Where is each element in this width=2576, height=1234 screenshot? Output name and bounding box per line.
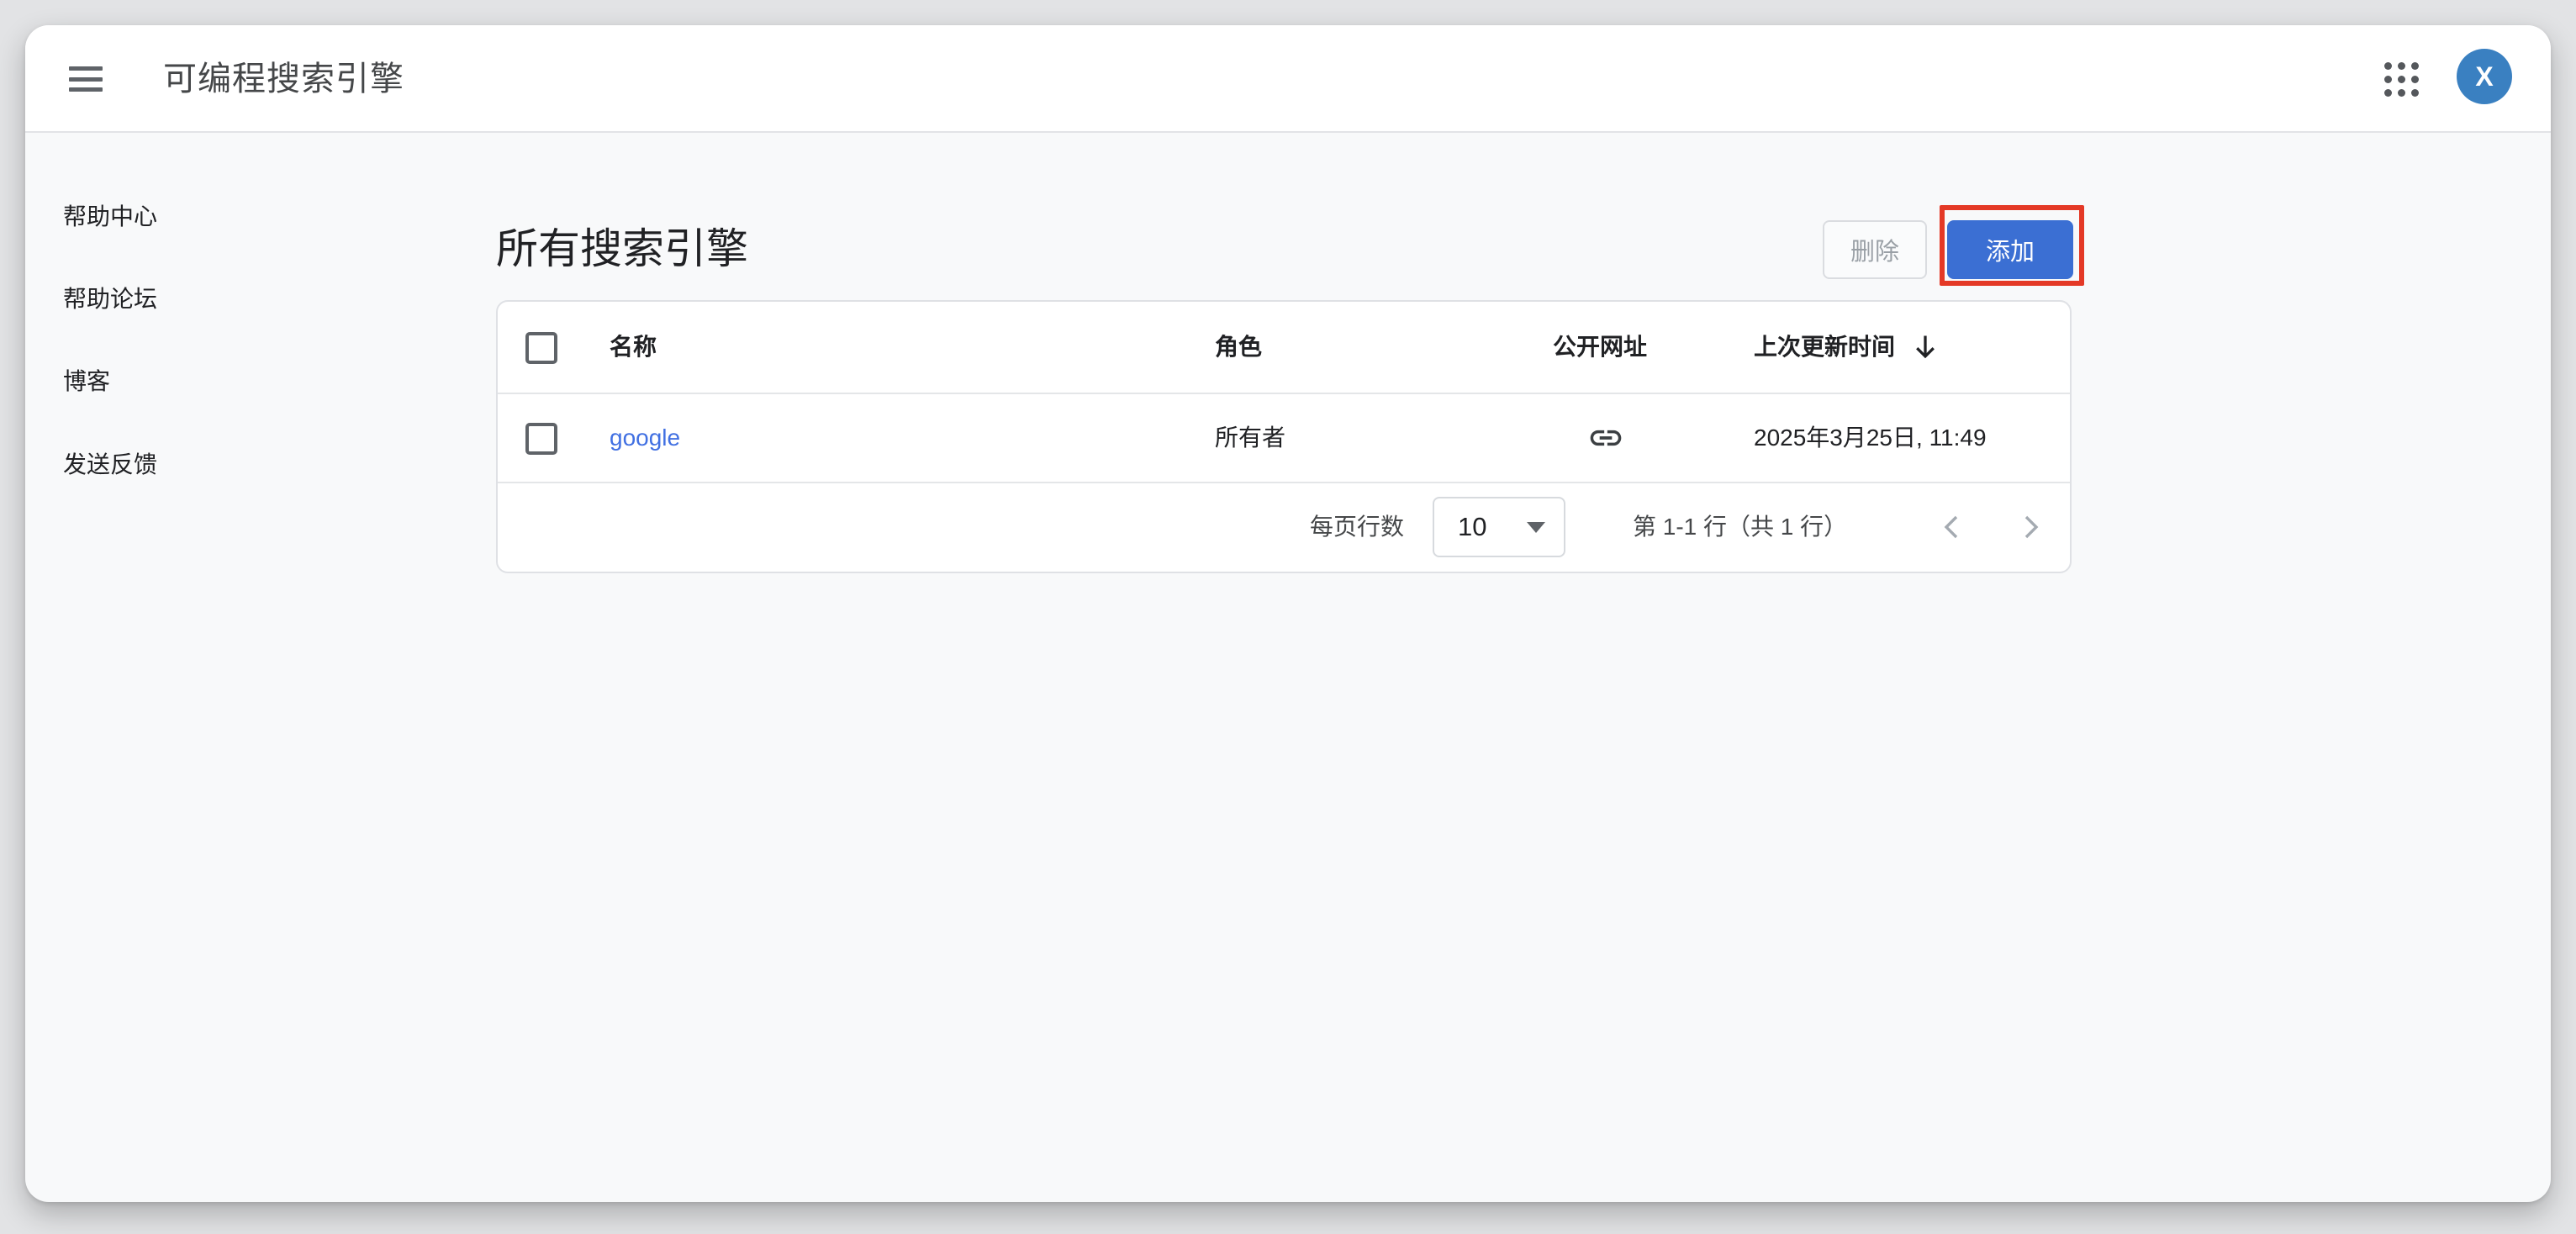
column-header-name: 名称: [610, 302, 657, 393]
table-row: google 所有者 2025年3月25日, 11:49: [498, 394, 2070, 483]
next-page-button[interactable]: [2009, 507, 2050, 547]
chevron-left-icon: [1933, 507, 1973, 547]
table-pagination: 每页行数 10 第 1-1 行（共 1 行）: [498, 483, 2070, 570]
engine-role: 所有者: [1215, 394, 1285, 482]
app-window: 可编程搜索引擎 X 帮助中心 帮助论坛 博客 发送反馈 所有搜索引擎 删除 添加: [25, 25, 2551, 1202]
avatar[interactable]: X: [2457, 49, 2512, 104]
previous-page-button[interactable]: [1933, 507, 1973, 547]
column-header-role: 角色: [1215, 302, 1262, 393]
delete-button[interactable]: 删除: [1823, 220, 1927, 279]
sort-descending-icon: [1910, 332, 1940, 362]
select-all-checkbox[interactable]: [525, 332, 557, 364]
apps-grid-icon[interactable]: [2384, 62, 2418, 96]
sidebar-item-help-center[interactable]: 帮助中心: [63, 200, 157, 234]
public-url-link-icon[interactable]: [1587, 419, 1624, 456]
app-title: 可编程搜索引擎: [163, 25, 404, 133]
column-header-last-updated-label: 上次更新时间: [1754, 302, 1895, 393]
sidebar-item-send-feedback[interactable]: 发送反馈: [63, 448, 157, 482]
add-button[interactable]: 添加: [1947, 220, 2073, 279]
app-bar: 可编程搜索引擎 X: [25, 25, 2551, 133]
search-engines-table: 名称 角色 公开网址 上次更新时间 google 所有者: [496, 300, 2072, 573]
menu-icon[interactable]: [69, 65, 103, 93]
sidebar-item-blog[interactable]: 博客: [63, 365, 110, 398]
page-title: 所有搜索引擎: [496, 215, 748, 276]
row-checkbox[interactable]: [525, 423, 557, 455]
screen: 可编程搜索引擎 X 帮助中心 帮助论坛 博客 发送反馈 所有搜索引擎 删除 添加: [0, 0, 2576, 1234]
column-header-last-updated[interactable]: 上次更新时间: [1754, 302, 1940, 393]
column-header-public-url: 公开网址: [1553, 302, 1647, 393]
rows-per-page-select[interactable]: 10: [1433, 497, 1565, 557]
chevron-right-icon: [2009, 507, 2050, 547]
pagination-range-text: 第 1-1 行（共 1 行）: [1633, 483, 1847, 570]
dropdown-caret-icon: [1527, 522, 1545, 533]
rows-per-page-label: 每页行数: [1310, 483, 1404, 570]
engine-name-link[interactable]: google: [610, 394, 680, 482]
table-header-row: 名称 角色 公开网址 上次更新时间: [498, 302, 2070, 394]
sidebar-item-help-forum[interactable]: 帮助论坛: [63, 282, 157, 316]
engine-last-updated: 2025年3月25日, 11:49: [1754, 394, 1987, 482]
rows-per-page-value: 10: [1458, 512, 1486, 542]
